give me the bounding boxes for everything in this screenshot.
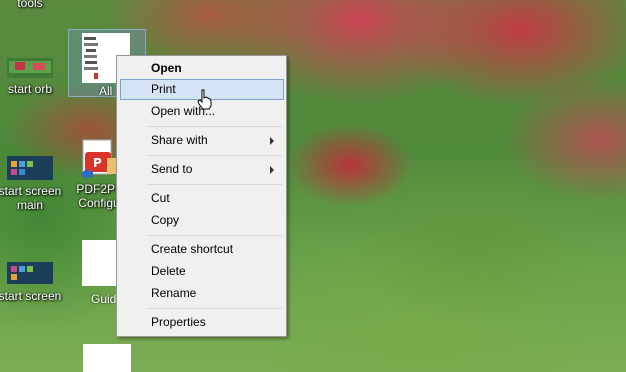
menu-item-delete[interactable]: Delete: [120, 261, 284, 282]
desktop-icon-start-screen[interactable]: start screen: [0, 262, 68, 303]
submenu-arrow-icon: [270, 166, 274, 174]
menu-separator: [147, 308, 282, 309]
pdf-printer-icon: P: [81, 139, 117, 180]
menu-item-rename[interactable]: Rename: [120, 283, 284, 304]
document-thumbnail-icon: [82, 240, 118, 286]
desktop-icon-label: Guid: [91, 292, 117, 306]
desktop-icon-start-screen-main[interactable]: start screen main: [0, 156, 68, 212]
menu-item-open[interactable]: Open: [120, 58, 284, 79]
menu-item-send-to[interactable]: Send to: [120, 159, 284, 180]
submenu-arrow-icon: [270, 137, 274, 145]
desktop-icon-label: All: [99, 84, 113, 98]
menu-item-share-with[interactable]: Share with: [120, 130, 284, 151]
desktop-icon-tools[interactable]: tools: [0, 0, 68, 10]
image-thumbnail-icon: [7, 262, 53, 284]
menu-item-properties[interactable]: Properties: [120, 312, 284, 333]
menu-separator: [147, 155, 282, 156]
desktop-icon-label: start orb: [7, 82, 52, 96]
image-thumbnail-icon: [7, 58, 53, 78]
menu-separator: [147, 235, 282, 236]
desktop-icon-label: tools: [17, 0, 43, 10]
hand-cursor-icon: [197, 89, 212, 110]
menu-item-create-shortcut[interactable]: Create shortcut: [120, 239, 284, 260]
menu-separator: [147, 126, 282, 127]
menu-item-label: Send to: [151, 162, 193, 176]
menu-item-copy[interactable]: Copy: [120, 210, 284, 231]
svg-text:P: P: [93, 156, 102, 170]
desktop-icon-label: start screen: [0, 289, 62, 303]
menu-item-cut[interactable]: Cut: [120, 188, 284, 209]
document-thumbnail-icon[interactable]: [83, 344, 131, 372]
desktop-icon-start-orb[interactable]: start orb: [0, 58, 68, 96]
desktop-icon-label: start screen main: [0, 184, 62, 212]
menu-item-label: Share with: [151, 133, 208, 147]
image-thumbnail-icon: [7, 156, 53, 180]
menu-separator: [147, 184, 282, 185]
